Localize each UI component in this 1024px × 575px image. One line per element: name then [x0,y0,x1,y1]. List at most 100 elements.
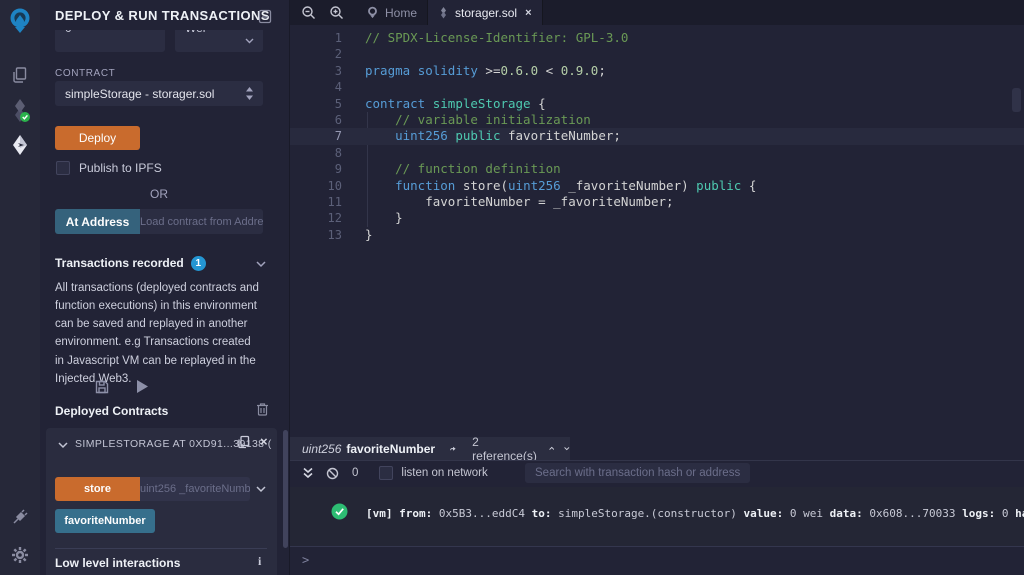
line-number: 11 [327,194,342,209]
contract-select[interactable]: simpleStorage - storager.sol [55,81,263,106]
ref-count-label: 2 reference(s) [472,434,537,463]
code-line[interactable]: 11 favoriteNumber = _favoriteNumber; [290,194,1024,210]
code-line[interactable]: 5 contract simpleStorage { [290,96,1024,112]
low-level-interactions-label: Low level interactions [55,556,181,570]
line-number: 2 [334,47,342,62]
remix-logo [0,4,40,38]
store-param-input[interactable] [140,483,250,495]
settings-gear-icon [12,547,28,563]
sidebar-item-file-explorer[interactable] [0,58,40,92]
line-number: 5 [334,96,342,111]
code-line[interactable]: 8 [290,145,1024,161]
ref-prev-chevron-up-icon[interactable] [549,445,555,452]
publish-ipfs-checkbox[interactable] [56,161,70,175]
sidebar-item-deploy-run[interactable] [0,128,40,162]
terminal-collapse-double-chevron-icon[interactable] [302,467,314,479]
code-line[interactable]: 4 [290,79,1024,95]
solidity-compiler-icon [15,99,30,122]
plugin-icon [13,509,28,524]
card-divider [55,548,267,549]
tx-recorded-collapse-icon[interactable] [256,261,266,268]
unit-select[interactable]: Wei [175,30,263,52]
remix-logo-icon [10,8,30,33]
clear-console-ban-icon[interactable] [326,467,339,480]
tx-count-badge: 1 [190,256,206,271]
low-level-info-icon[interactable]: i [258,554,261,569]
code-line[interactable]: 10 function store(uint256 _favoriteNumbe… [290,178,1024,194]
code-line[interactable]: 13} [290,227,1024,243]
value-input[interactable]: 0 [55,30,165,52]
transactions-recorded-header: Transactions recorded 1 [55,256,206,271]
panel-scrollbar[interactable] [283,430,288,548]
line-number: 7 [334,129,342,144]
line-number: 13 [327,227,342,242]
zoom-out-button[interactable] [294,0,322,25]
store-button[interactable]: store [55,477,140,501]
chevron-down-icon [245,38,254,44]
file-explorer-icon [13,67,27,83]
copy-address-icon[interactable] [237,435,250,449]
ref-var-name: favoriteNumber [346,441,436,456]
listen-network-checkbox[interactable] [379,466,394,480]
save-transactions-icon[interactable] [95,380,109,394]
line-number: 4 [334,80,342,95]
sidebar-item-plugin-manager[interactable] [0,500,40,534]
at-address-button[interactable]: At Address [55,209,140,234]
or-divider: OR [150,187,168,201]
sidebar-item-solidity-compiler[interactable] [0,92,40,130]
tx-recorded-description: All transactions (deployed contracts and… [55,282,259,385]
code-line[interactable]: 2 [290,46,1024,62]
contract-label: CONTRACT [55,68,116,79]
at-address-input[interactable] [140,215,263,228]
clear-deployed-trash-icon[interactable] [256,402,269,416]
sidebar-item-settings[interactable] [0,538,40,572]
line-number: 12 [327,211,342,226]
deployed-contracts-label: Deployed Contracts [55,404,169,418]
code-line[interactable]: 6 // variable initialization [290,112,1024,128]
code-line[interactable]: 1// SPDX-License-Identifier: GPL-3.0 [290,30,1024,46]
contract-collapse-icon[interactable] [58,442,68,449]
ref-type-label: uint256 [302,441,342,456]
editor-scrollbar[interactable] [1012,88,1021,112]
terminal-search-input[interactable] [535,467,740,479]
deployed-contract-card: SIMPLESTORAGE AT 0XD91...39138 ( × store… [46,428,277,575]
code-line[interactable]: 12 } [290,210,1024,226]
terminal-searchbox [525,463,750,483]
tab-close-icon[interactable]: × [525,7,531,19]
line-number: 1 [334,31,342,45]
reference-peek-bar[interactable]: uint256 favoriteNumber 2 reference(s) [290,434,570,463]
store-expand-icon[interactable] [256,486,266,493]
code-line[interactable]: 9 // function definition [290,161,1024,177]
deploy-run-panel: DEPLOY & RUN TRANSACTIONS 0 Wei CONTRACT… [40,0,290,575]
tab-home[interactable]: Home [356,0,429,25]
at-address-inputbox [140,209,263,234]
line-number: 8 [334,145,342,160]
deploy-button[interactable]: Deploy [55,126,140,150]
line-number: 10 [327,178,342,193]
code-line[interactable]: 7 uint256 public favoriteNumber; [290,128,1024,145]
zoom-in-button[interactable] [322,0,350,25]
editor-tabbar: Home storager.sol × [290,0,1024,25]
goto-reference-arrow-icon[interactable] [449,443,456,454]
store-param-inputbox [140,477,250,501]
replay-play-icon[interactable] [136,379,149,394]
docs-link-icon[interactable] [258,9,272,24]
terminal-log-block: [vm] from: 0x5B3...eddC4 to: simpleStora… [290,487,1024,547]
line-number: 6 [334,112,342,127]
remove-contract-close-icon[interactable]: × [260,434,268,449]
remix-ide-window: DEPLOY & RUN TRANSACTIONS 0 Wei CONTRACT… [0,0,1024,575]
favoritenumber-getter-button[interactable]: favoriteNumber [55,509,155,533]
tx-success-check-icon [331,503,348,520]
solidity-file-icon [441,6,447,18]
home-remix-icon [368,6,377,19]
tab-storager-sol[interactable]: storager.sol × [428,0,543,25]
editor-area: Home storager.sol × 1// SPDX-License-Ide… [290,0,1024,575]
updown-arrows-icon [246,87,253,100]
ref-next-chevron-down-icon[interactable] [564,445,570,452]
code-line[interactable]: 3 pragma solidity >=0.6.0 < 0.9.0; [290,63,1024,79]
line-number: 9 [334,162,342,177]
code-area[interactable]: 1// SPDX-License-Identifier: GPL-3.0 2 3 pr… [290,30,1024,243]
listen-network-label: listen on network [401,467,488,479]
terminal-prompt[interactable]: > [302,553,309,567]
terminal-log-entry[interactable]: [vm] from: 0x5B3...eddC4 to: simpleStora… [366,507,1024,520]
